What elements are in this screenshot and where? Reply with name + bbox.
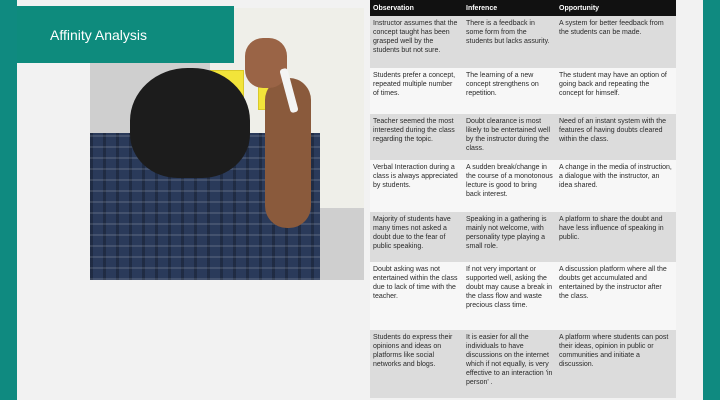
table-row: Teacher seemed the most interested durin… <box>370 114 676 160</box>
opportunity-cell: A change in the media of instruction, a … <box>556 160 676 212</box>
opportunity-cell: A discussion platform where all the doub… <box>556 262 676 330</box>
person-hand <box>245 38 287 88</box>
banner-title: Affinity Analysis <box>50 26 148 43</box>
inference-cell: Speaking in a gathering is mainly not we… <box>463 212 556 262</box>
table-row: Verbal Interaction during a class is alw… <box>370 160 676 212</box>
inference-cell: There is a feedback in some form from th… <box>463 16 556 68</box>
person-head <box>130 68 250 178</box>
opportunity-cell: A system for better feedback from the st… <box>556 16 676 68</box>
observation-cell: Students prefer a concept, repeated mult… <box>370 68 463 114</box>
opportunity-cell: Need of an instant system with the featu… <box>556 114 676 160</box>
opportunity-cell: A platform where students can post their… <box>556 330 676 398</box>
opportunity-cell: The student may have an option of going … <box>556 68 676 114</box>
section-banner: Affinity Analysis <box>17 6 234 63</box>
table-row: Instructor assumes that the concept taug… <box>370 16 676 68</box>
observation-cell: Instructor assumes that the concept taug… <box>370 16 463 68</box>
table-row: Students do express their opinions and i… <box>370 330 676 398</box>
observation-cell: Majority of students have many times not… <box>370 212 463 262</box>
table-row: Majority of students have many times not… <box>370 212 676 262</box>
inference-cell: The learning of a new concept strengthen… <box>463 68 556 114</box>
observation-cell: Teacher seemed the most interested durin… <box>370 114 463 160</box>
observation-cell: Students do express their opinions and i… <box>370 330 463 398</box>
observation-cell: Doubt asking was not entertained within … <box>370 262 463 330</box>
column-header-inference: Inference <box>463 0 556 16</box>
table-header-row: Observation Inference Opportunity <box>370 0 676 16</box>
column-header-opportunity: Opportunity <box>556 0 676 16</box>
affinity-table: Observation Inference Opportunity Instru… <box>370 0 676 398</box>
observation-cell: Verbal Interaction during a class is alw… <box>370 160 463 212</box>
inference-cell: If not very important or supported well,… <box>463 262 556 330</box>
inference-cell: It is easier for all the individuals to … <box>463 330 556 398</box>
opportunity-cell: A platform to share the doubt and have l… <box>556 212 676 262</box>
table-row: Doubt asking was not entertained within … <box>370 262 676 330</box>
inference-cell: A sudden break/change in the course of a… <box>463 160 556 212</box>
inference-cell: Doubt clearance is most likely to be ent… <box>463 114 556 160</box>
table-row: Students prefer a concept, repeated mult… <box>370 68 676 114</box>
column-header-observation: Observation <box>370 0 463 16</box>
